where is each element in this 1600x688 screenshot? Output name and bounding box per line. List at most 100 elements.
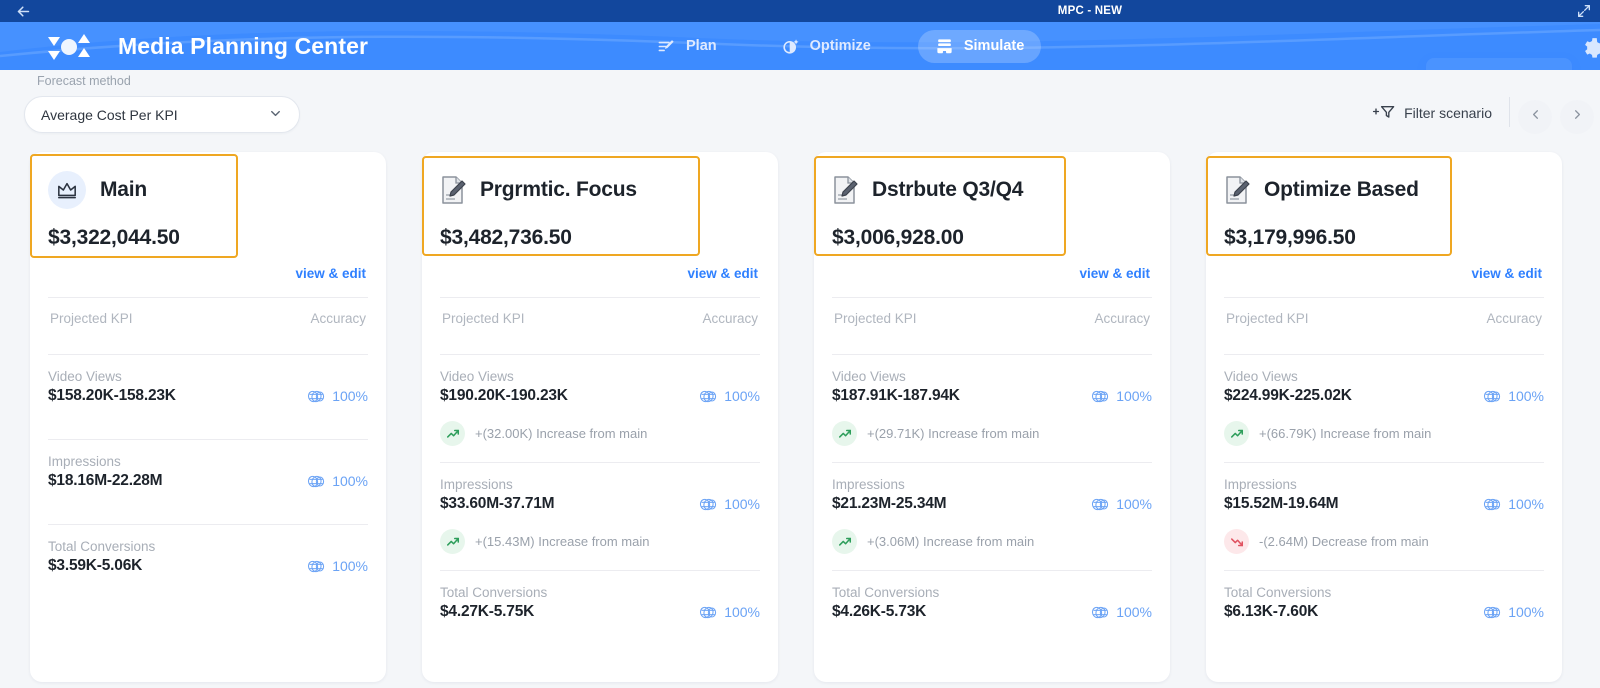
scenario-card-header: Main $3,322,044.50: [48, 152, 368, 250]
kpi-accuracy: 100%: [1483, 388, 1544, 404]
kpi-value: $187.91K-187.94K: [832, 387, 960, 404]
scenario-amount: $3,482,736.50: [440, 226, 572, 249]
tab-optimize-label: Optimize: [809, 38, 871, 54]
accuracy-model-icon: [307, 389, 326, 404]
window-title: MPC - NEW: [1057, 5, 1123, 17]
trend-up-icon: [1224, 421, 1249, 446]
kpi-row: Impressions $21.23M-25.34M 100% +(3.06M) In…: [832, 463, 1152, 571]
accuracy-model-icon: [1483, 389, 1502, 404]
kpi-delta: +(29.71K) Increase from main: [832, 421, 1152, 446]
back-arrow-icon[interactable]: [0, 0, 46, 22]
scenario-card[interactable]: Main $3,322,044.50 view & edit Projected KP…: [30, 152, 386, 682]
kpi-accuracy: 100%: [699, 388, 760, 404]
scenario-amount: $3,322,044.50: [48, 226, 180, 249]
filter-scenario-button[interactable]: Filter scenario: [1372, 103, 1492, 123]
accuracy-model-icon: [699, 605, 718, 620]
kpi-accuracy: 100%: [1483, 496, 1544, 512]
kpi-row: Total Conversions $6.13K-7.60K 100%: [1224, 571, 1544, 639]
kpi-row: Video Views $224.99K-225.02K 100% +(66.79K)…: [1224, 355, 1544, 463]
kpi-accuracy-value: 100%: [1116, 496, 1152, 512]
kpi-row: Total Conversions $3.59K-5.06K 100%: [48, 525, 368, 593]
brand: Media Planning Center: [38, 22, 368, 70]
accuracy-model-icon: [1483, 605, 1502, 620]
filter-scenario-label: Filter scenario: [1404, 105, 1492, 121]
projected-kpi-header: Projected KPI: [50, 311, 133, 326]
tab-optimize[interactable]: Optimize: [764, 30, 888, 63]
page-title: Media Planning Center: [118, 32, 369, 59]
accuracy-model-icon: [307, 474, 326, 489]
kpi-accuracy: 100%: [1091, 388, 1152, 404]
scenario-title: Dstrbute Q3/Q4: [872, 178, 1024, 201]
kpi-accuracy-value: 100%: [1508, 604, 1544, 620]
kpi-delta-text: +(29.71K) Increase from main: [867, 426, 1040, 441]
kpi-accuracy: 100%: [307, 473, 368, 489]
kpi-row: Impressions $15.52M-19.64M 100% -(2.64M) De…: [1224, 463, 1544, 571]
tab-plan[interactable]: Plan: [640, 30, 734, 63]
media-planning-logo: [38, 29, 100, 63]
window-titlebar: MPC - NEW: [0, 0, 1600, 22]
projected-kpi-header: Projected KPI: [442, 311, 525, 326]
accuracy-header: Accuracy: [310, 311, 366, 326]
accuracy-header: Accuracy: [702, 311, 758, 326]
kpi-name: Video Views: [1224, 369, 1298, 384]
accuracy-model-icon: [1091, 605, 1110, 620]
projected-kpi-header: Projected KPI: [834, 311, 917, 326]
kpi-name: Video Views: [440, 369, 514, 384]
scenario-card[interactable]: Prgrmtic. Focus $3,482,736.50 view & edit P…: [422, 152, 778, 682]
scenario-card-header: Dstrbute Q3/Q4 $3,006,928.00: [832, 152, 1152, 250]
kpi-name: Video Views: [48, 369, 122, 384]
accuracy-model-icon: [1091, 497, 1110, 512]
kpi-accuracy-value: 100%: [724, 388, 760, 404]
kpi-value: $6.13K-7.60K: [1224, 603, 1319, 620]
kpi-name: Video Views: [832, 369, 906, 384]
kpi-accuracy: 100%: [307, 388, 368, 404]
kpi-delta: +(15.43M) Increase from main: [440, 529, 760, 554]
forecast-method-select[interactable]: Average Cost Per KPI: [24, 96, 300, 133]
kpi-value: $4.27K-5.75K: [440, 603, 535, 620]
toolbar-divider: [1509, 97, 1510, 127]
kpi-value: $3.59K-5.06K: [48, 557, 143, 574]
forecast-method-value: Average Cost Per KPI: [41, 106, 178, 123]
view-and-edit-link[interactable]: view & edit: [832, 266, 1152, 281]
scenario-card[interactable]: Dstrbute Q3/Q4 $3,006,928.00 view & edit Pr…: [814, 152, 1170, 682]
expand-icon[interactable]: [1576, 3, 1592, 19]
scenario-title: Optimize Based: [1264, 178, 1419, 201]
next-scenario-button[interactable]: [1560, 100, 1594, 134]
accuracy-header: Accuracy: [1486, 311, 1542, 326]
scenario-card-header: Optimize Based $3,179,996.50: [1224, 152, 1544, 250]
accuracy-model-icon: [699, 389, 718, 404]
kpi-delta: +(32.00K) Increase from main: [440, 421, 760, 446]
trend-up-icon: [440, 529, 465, 554]
scenario-card[interactable]: Optimize Based $3,179,996.50 view & edit Pr…: [1206, 152, 1562, 682]
trend-down-icon: [1224, 529, 1249, 554]
kpi-delta-text: +(32.00K) Increase from main: [475, 426, 648, 441]
accuracy-header: Accuracy: [1094, 311, 1150, 326]
view-and-edit-link[interactable]: view & edit: [1224, 266, 1544, 281]
accuracy-model-icon: [307, 559, 326, 574]
kpi-accuracy-value: 100%: [724, 604, 760, 620]
kpi-value: $33.60M-37.71M: [440, 495, 555, 512]
optimize-icon: [781, 37, 800, 56]
app-header: Media Planning Center Plan Optimize Simu…: [0, 22, 1600, 70]
prev-scenario-button[interactable]: [1518, 100, 1552, 134]
scenario-title: Main: [100, 178, 148, 201]
kpi-accuracy: 100%: [1091, 496, 1152, 512]
tab-simulate[interactable]: Simulate: [917, 29, 1042, 63]
kpi-name: Total Conversions: [1224, 585, 1332, 600]
memo-edit-icon: [832, 175, 858, 205]
view-and-edit-link[interactable]: view & edit: [48, 266, 368, 281]
memo-edit-icon: [1224, 175, 1250, 205]
kpi-accuracy-value: 100%: [1508, 388, 1544, 404]
kpi-delta: +(66.79K) Increase from main: [1224, 421, 1544, 446]
kpi-name: Impressions: [1224, 477, 1297, 492]
kpi-column-headers: Projected KPI Accuracy: [440, 298, 760, 338]
simulate-icon: [935, 37, 954, 56]
gear-icon[interactable]: [1579, 36, 1600, 62]
kpi-row: Video Views $190.20K-190.23K 100% +(32.00K)…: [440, 355, 760, 463]
tab-plan-label: Plan: [686, 38, 717, 54]
kpi-row: Impressions $18.16M-22.28M 100%: [48, 440, 368, 525]
scenario-amount: $3,006,928.00: [832, 226, 964, 249]
kpi-accuracy-value: 100%: [724, 496, 760, 512]
kpi-accuracy-value: 100%: [1508, 496, 1544, 512]
view-and-edit-link[interactable]: view & edit: [440, 266, 760, 281]
